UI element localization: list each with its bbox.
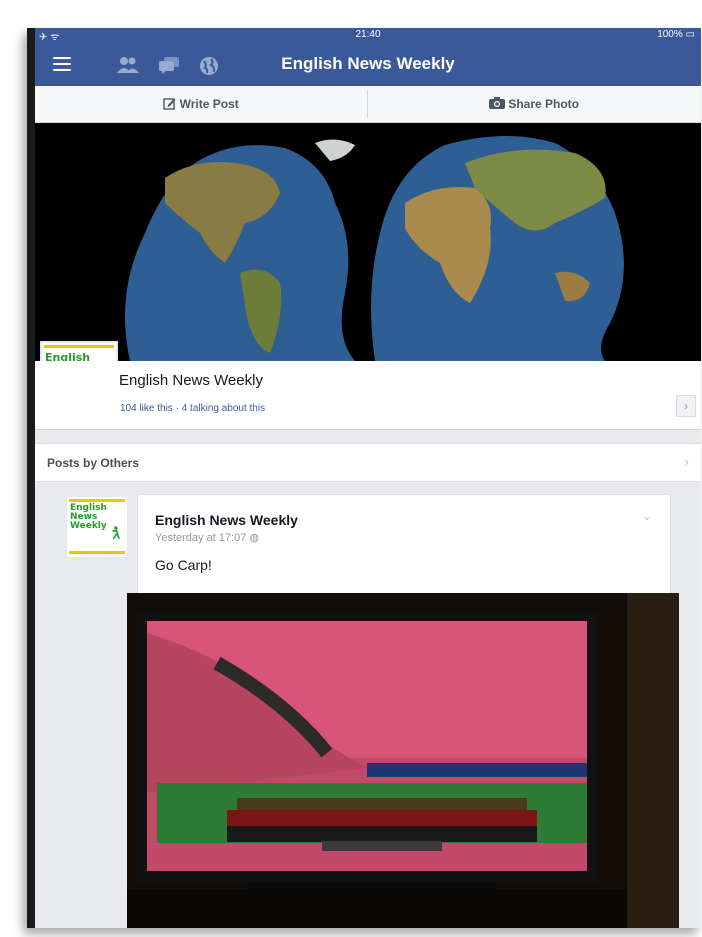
chevron-right-icon[interactable]: › (676, 395, 696, 417)
posts-by-others-label: Posts by Others (47, 456, 140, 470)
share-photo-button[interactable]: Share Photo (368, 86, 700, 122)
status-time: 21:40 (355, 29, 381, 40)
runner-figure-icon (112, 526, 120, 540)
page-stats[interactable]: 104 like this · 4 talking about this (120, 403, 265, 414)
action-bar: Write Post Share Photo (35, 86, 701, 123)
status-bar: ✈ ᯤ 21:40 100% ▭ (35, 28, 701, 44)
nav-bar: English News Weekly (35, 44, 701, 86)
write-post-button[interactable]: Write Post (35, 86, 367, 122)
chevron-right-icon: › (684, 453, 689, 469)
write-post-label: Write Post (179, 97, 239, 111)
post-photo[interactable] (127, 593, 679, 928)
page-header: English News Weekly 104 like this · 4 ta… (35, 361, 701, 430)
author-avatar[interactable]: English News Weekly (65, 495, 129, 559)
battery-indicator: 100% ▭ (657, 29, 695, 40)
page-title: English News Weekly (281, 54, 455, 73)
posts-by-others-header[interactable]: Posts by Others › (35, 443, 701, 482)
camera-icon (488, 97, 508, 111)
post-options-chevron-icon[interactable]: ⌄ (642, 509, 652, 523)
post-timestamp[interactable]: Yesterday at 17:07 ◍ (155, 531, 259, 544)
app-screen: ✈ ᯤ 21:40 100% ▭ English News Weekly Wri (35, 28, 701, 928)
post-text: Go Carp! (155, 557, 212, 573)
share-photo-label: Share Photo (508, 97, 580, 111)
pencil-icon (163, 97, 179, 111)
post-author[interactable]: English News Weekly (155, 512, 298, 528)
page-name[interactable]: English News Weekly (119, 372, 263, 389)
globe-icon: ◍ (249, 532, 260, 544)
device-frame: ✈ ᯤ 21:40 100% ▭ English News Weekly Wri (27, 28, 701, 928)
avatar-text-line-3: Weekly (70, 521, 107, 531)
cover-photo[interactable] (35, 123, 701, 361)
